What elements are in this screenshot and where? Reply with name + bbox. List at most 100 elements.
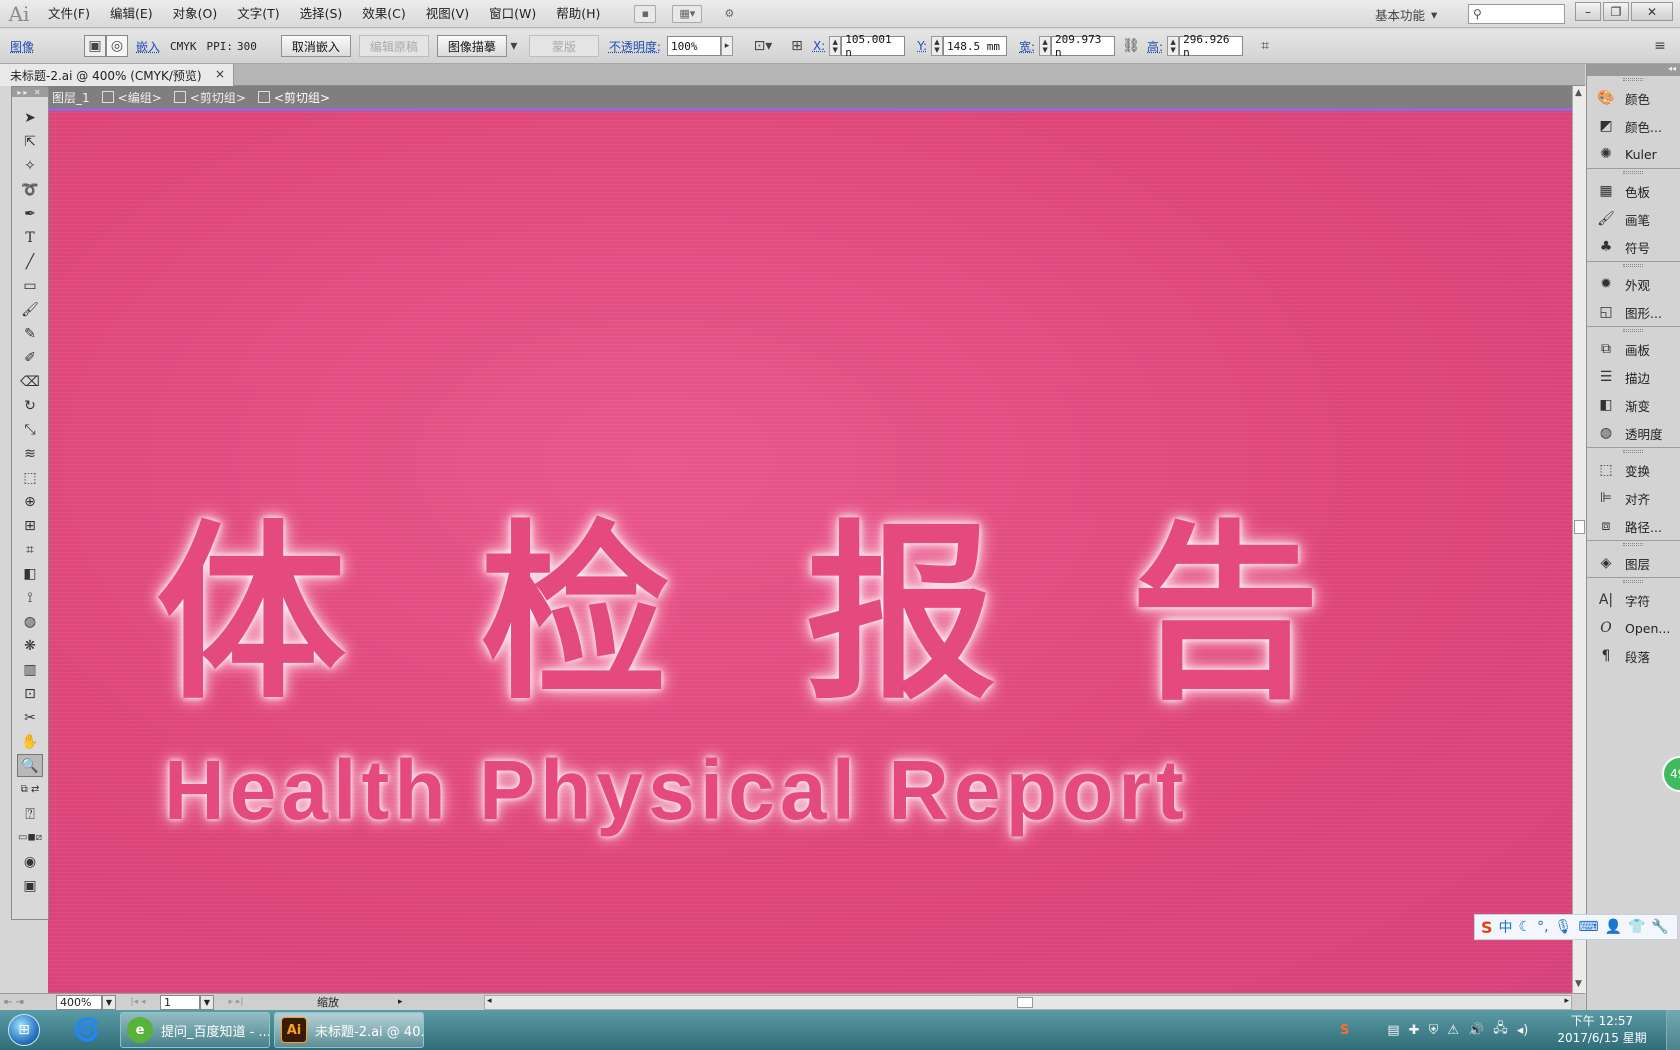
arrange-documents-icon[interactable]: ▦▾ <box>672 4 703 23</box>
blend-tool-icon[interactable]: ◍ <box>17 610 43 633</box>
scale-tool-icon[interactable]: ⤡ <box>17 418 43 441</box>
slice-tool-icon[interactable]: ✂ <box>17 706 43 729</box>
y-input[interactable]: 148.5 mm <box>943 36 1007 56</box>
zoom-dropdown-icon[interactable]: ▼ <box>102 994 116 1010</box>
gpu-performance-icon[interactable]: ⚙ <box>718 5 740 23</box>
object-type-label[interactable]: 图像 <box>10 38 34 55</box>
network-icon[interactable]: 🖧 <box>1493 1019 1508 1041</box>
artboard-tool-icon[interactable]: ⊡ <box>17 682 43 705</box>
help-search-input[interactable]: ⚲ <box>1468 4 1565 24</box>
sogou-logo-icon[interactable]: S <box>1481 918 1493 937</box>
opacity-label[interactable]: 不透明度: <box>609 38 661 55</box>
menu-edit[interactable]: 编辑(E) <box>100 0 163 28</box>
rectangle-tool-icon[interactable]: ▭ <box>17 274 43 297</box>
horizontal-scroll-thumb[interactable] <box>1017 997 1033 1008</box>
color-mode-icons[interactable]: ▭◼⧄ <box>17 826 43 849</box>
scroll-up-icon[interactable]: ▲ <box>1575 88 1582 98</box>
reference-point-icon[interactable]: ⊞ <box>785 35 809 57</box>
artboard-number-input[interactable]: 1 <box>160 994 200 1010</box>
pencil-tool-icon[interactable]: ✎ <box>17 322 43 345</box>
opacity-menu-arrow[interactable]: ▸ <box>720 36 733 56</box>
drawing-mode-icon[interactable]: ◉ <box>17 850 43 873</box>
eraser-tool-icon[interactable]: ⌫ <box>17 370 43 393</box>
height-label[interactable]: 高: <box>1147 38 1163 55</box>
panel-paragraph[interactable]: ¶ 段落 <box>1587 642 1680 670</box>
line-tool-icon[interactable]: ╱ <box>17 250 43 273</box>
wrench-icon[interactable]: 🔧 <box>1651 919 1668 935</box>
column-graph-tool-icon[interactable]: ▥ <box>17 658 43 681</box>
panel-gradient[interactable]: ◧ 渐变 <box>1587 391 1680 419</box>
fill-stroke-swatch-icon[interactable]: ⍰ <box>17 802 43 825</box>
skin-icon[interactable]: 👕 <box>1628 919 1645 935</box>
artboard-dropdown-icon[interactable]: ▼ <box>200 994 214 1010</box>
ime-mode[interactable]: 中 <box>1499 917 1513 937</box>
paintbrush-tool-icon[interactable]: 🖌 <box>17 298 43 321</box>
start-button[interactable]: ⊞ <box>0 1010 48 1050</box>
selection-tool-icon[interactable]: ➤ <box>17 106 43 129</box>
vertical-scrollbar[interactable]: ▲ ▼ <box>1572 86 1586 993</box>
status-text[interactable]: 缩放 <box>258 994 398 1010</box>
perspective-grid-tool-icon[interactable]: ⊞ <box>17 514 43 537</box>
panel-symbols[interactable]: ♣ 符号 <box>1587 233 1680 261</box>
panel-layers[interactable]: ◈ 图层 <box>1587 549 1680 577</box>
embed-link[interactable]: 嵌入 <box>136 38 160 55</box>
edit-original-button[interactable]: 编辑原稿 <box>358 35 429 57</box>
free-transform-tool-icon[interactable]: ⬚ <box>17 466 43 489</box>
breadcrumb-layer[interactable]: 图层_1 <box>52 89 90 106</box>
hand-tool-icon[interactable]: ✋ <box>17 730 43 753</box>
taskbar-clock[interactable]: 下午 12:57 2017/6/15 星期四 <box>1552 1013 1652 1050</box>
panel-color[interactable]: 🎨 颜色 <box>1587 84 1680 112</box>
breadcrumb-clip-group-current[interactable]: <剪切组> <box>274 89 330 106</box>
width-input[interactable]: 209.973 n <box>1051 33 1116 59</box>
lasso-tool-icon[interactable]: ➰ <box>17 178 43 201</box>
link-proportions-icon[interactable]: ⛓ <box>1119 35 1143 57</box>
keyboard-icon[interactable]: ⌨ <box>1578 919 1598 935</box>
breadcrumb-clip-group[interactable]: <剪切组> <box>190 89 246 106</box>
artboard-canvas[interactable]: 体 检 报 告 Health Physical Report <box>48 108 1572 993</box>
y-label[interactable]: Y: <box>917 39 927 53</box>
x-label[interactable]: X: <box>813 39 825 53</box>
menu-object[interactable]: 对象(O) <box>163 0 228 28</box>
panel-stroke[interactable]: ☰ 描边 <box>1587 363 1680 391</box>
rotate-tool-icon[interactable]: ↻ <box>17 394 43 417</box>
panel-character[interactable]: A| 字符 <box>1587 586 1680 614</box>
magic-wand-tool-icon[interactable]: ✧ <box>17 154 43 177</box>
menu-help[interactable]: 帮助(H) <box>546 0 610 28</box>
overflow-icon[interactable]: ⚠ <box>1447 1023 1459 1038</box>
blob-brush-tool-icon[interactable]: ✐ <box>17 346 43 369</box>
punctuation-icon[interactable]: °, <box>1537 919 1548 935</box>
align-to-icon[interactable]: ⊡▾ <box>751 35 775 57</box>
microphone-icon[interactable]: 🎙 <box>1555 919 1573 935</box>
horizontal-scrollbar[interactable]: ◂ ▸ <box>484 995 1572 1010</box>
moon-icon[interactable]: ☾ <box>1519 919 1532 935</box>
y-stepper[interactable]: ▲ ▼ <box>931 36 943 56</box>
menu-type[interactable]: 文字(T) <box>227 0 289 28</box>
x-stepper[interactable]: ▲ ▼ <box>829 36 842 56</box>
user-icon[interactable]: 👤 <box>1605 919 1622 935</box>
restore-button[interactable]: ❐ <box>1603 2 1629 21</box>
scroll-down-icon[interactable]: ▼ <box>1575 979 1582 989</box>
minimize-button[interactable]: – <box>1575 2 1601 21</box>
panel-swatches[interactable]: ▦ 色板 <box>1587 177 1680 205</box>
breadcrumb-group[interactable]: <编组> <box>118 89 162 106</box>
symbol-sprayer-tool-icon[interactable]: ❋ <box>17 634 43 657</box>
height-stepper[interactable]: ▲ ▼ <box>1167 36 1180 56</box>
menu-window[interactable]: 窗口(W) <box>479 0 546 28</box>
direct-selection-tool-icon[interactable]: ⇱ <box>17 130 43 153</box>
panel-pathfinder[interactable]: ⧈ 路径... <box>1587 512 1680 540</box>
unembed-button[interactable]: 取消嵌入 <box>280 35 351 57</box>
volume-icon[interactable]: 🔊 <box>1468 1023 1484 1038</box>
sogou-tray-icon[interactable]: S <box>1340 1023 1349 1038</box>
workspace-switcher[interactable]: 基本功能 ▾ <box>1375 4 1437 24</box>
height-input[interactable]: 296.926 n <box>1179 33 1244 59</box>
scroll-right-icon[interactable]: ▸ <box>1564 996 1569 1006</box>
panel-menu-icon[interactable]: ≡ <box>1648 35 1672 57</box>
pinned-app-icon[interactable]: 🌀 <box>60 1010 114 1050</box>
opacity-input[interactable]: 100% <box>666 36 721 56</box>
panel-kuler[interactable]: ✺ Kuler <box>1587 140 1680 168</box>
update-icon[interactable]: ✚ <box>1409 1023 1420 1038</box>
artboard-nav-next-icons[interactable]: ▸ ▸| <box>214 997 258 1007</box>
speaker-icon[interactable]: ◂) <box>1517 1023 1529 1038</box>
show-desktop-button[interactable] <box>1666 1010 1680 1050</box>
warp-tool-icon[interactable]: ≋ <box>17 442 43 465</box>
